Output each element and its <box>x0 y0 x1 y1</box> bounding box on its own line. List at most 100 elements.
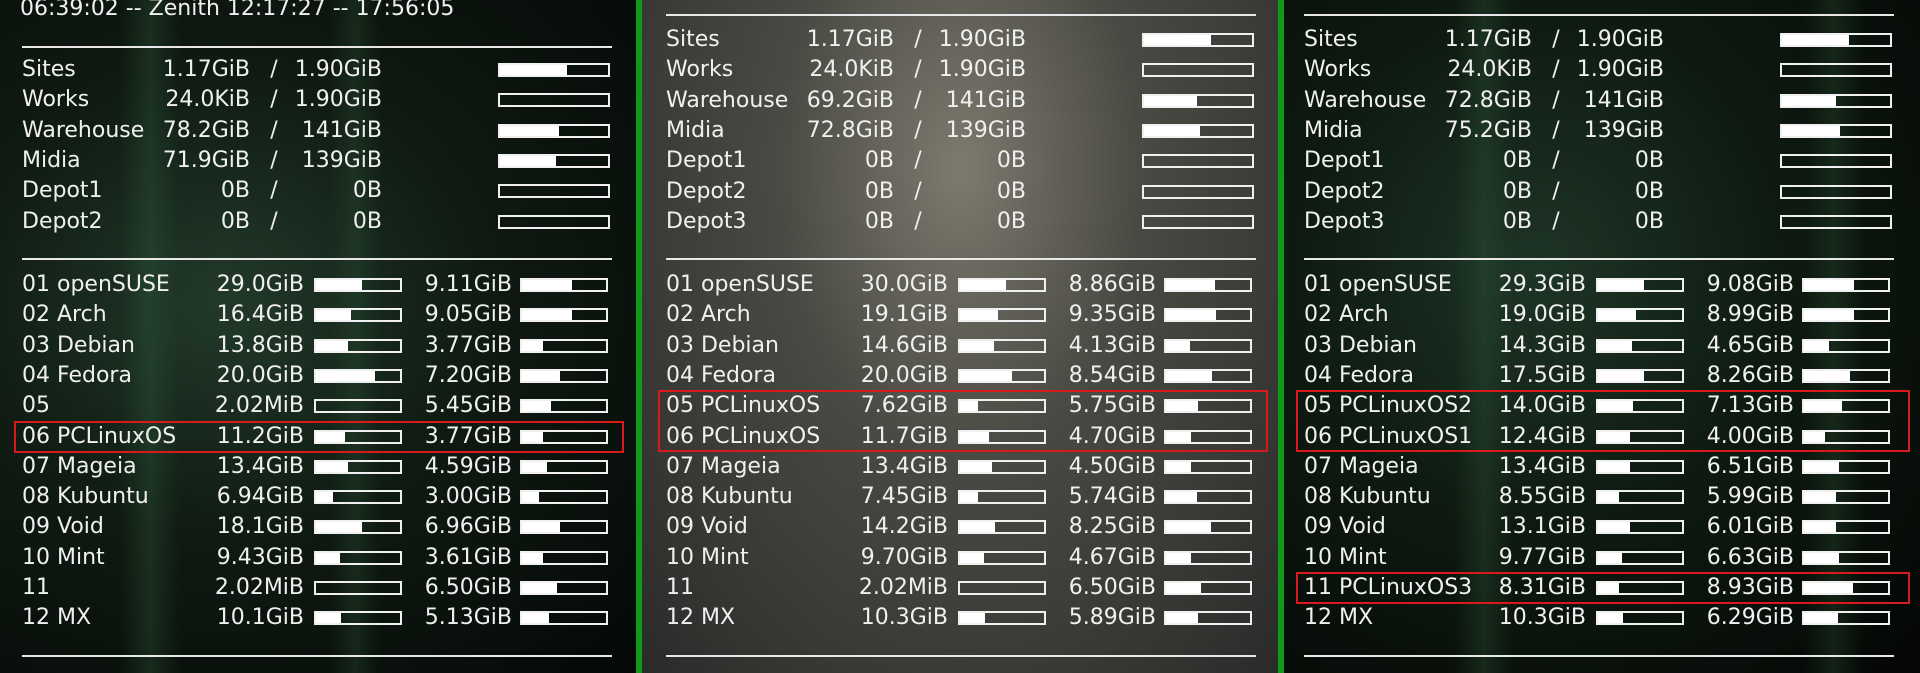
system-home-used: 5.74GiB <box>1068 484 1156 510</box>
system-home-bar <box>520 368 608 383</box>
system-home-bar <box>520 278 608 292</box>
drive-name: Midia <box>666 117 725 143</box>
bar-fill <box>1166 522 1212 533</box>
horizontal-rule <box>22 655 612 657</box>
bar-fill <box>500 65 567 75</box>
drive-used: 71.9GiB <box>162 147 250 173</box>
system-home-bar <box>1164 611 1252 626</box>
bar-fill <box>1782 125 1841 136</box>
system-root-bar <box>958 520 1046 535</box>
drive-separator: / <box>270 57 278 82</box>
system-home-bar <box>1802 459 1890 474</box>
drive-total: 0B <box>1634 208 1664 234</box>
system-root-used: 17.5GiB <box>1498 362 1586 388</box>
system-home-used: 8.54GiB <box>1068 362 1156 388</box>
horizontal-rule <box>1304 258 1894 260</box>
drive-used: 72.8GiB <box>1444 87 1532 113</box>
system-home-used: 9.08GiB <box>1706 272 1794 297</box>
system-name: 01 openSUSE <box>22 272 170 297</box>
system-name: 10 Mint <box>22 544 105 570</box>
drive-used: 1.17GiB <box>1444 27 1532 52</box>
system-name: 02 Arch <box>1304 302 1389 328</box>
bar-fill <box>960 280 1007 290</box>
system-root-used: 13.4GiB <box>216 453 304 479</box>
system-name: 12 MX <box>666 605 736 631</box>
bar-fill <box>1166 340 1190 351</box>
drive-name: Midia <box>1304 117 1363 143</box>
system-root-bar <box>1596 550 1684 565</box>
bar-fill <box>1782 35 1849 45</box>
bar-fill <box>316 340 348 351</box>
bar-fill <box>1598 552 1622 563</box>
system-root-used: 14.3GiB <box>1498 332 1586 358</box>
drive-name: Sites <box>666 27 720 52</box>
system-name: 09 Void <box>1304 514 1386 540</box>
bar-fill <box>1144 125 1201 136</box>
system-home-used: 4.59GiB <box>424 453 512 479</box>
system-home-used: 6.50GiB <box>1068 575 1156 600</box>
system-home-bar <box>1164 459 1252 474</box>
bar-fill <box>1804 522 1836 533</box>
system-root-used: 18.1GiB <box>216 514 304 540</box>
bar-fill <box>500 155 557 166</box>
system-home-used: 6.63GiB <box>1706 544 1794 570</box>
drive-total: 0B <box>352 178 382 204</box>
horizontal-rule <box>22 258 612 260</box>
system-home-bar <box>1802 338 1890 353</box>
system-name: 04 Fedora <box>1304 362 1414 388</box>
bar-fill <box>1166 583 1202 593</box>
system-name: 12 MX <box>22 605 92 631</box>
system-name: 08 Kubuntu <box>1304 484 1431 510</box>
system-root-bar <box>1596 278 1684 292</box>
drive-separator: / <box>914 57 922 83</box>
bar-fill <box>1144 35 1211 45</box>
bar-fill <box>1804 552 1840 563</box>
drive-total: 141GiB <box>1583 87 1664 113</box>
highlight-box <box>658 390 1268 453</box>
system-root-used: 13.4GiB <box>860 453 948 479</box>
drive-name: Works <box>1304 57 1372 83</box>
bar-fill <box>1598 340 1632 351</box>
system-name: 09 Void <box>22 514 104 540</box>
bar-fill <box>522 461 548 472</box>
drive-name: Sites <box>1304 27 1358 52</box>
bar-fill <box>522 583 558 593</box>
system-root-used: 2.02MiB <box>214 575 304 600</box>
bar-fill <box>1598 370 1645 381</box>
system-home-bar <box>1164 278 1252 292</box>
bar-fill <box>316 492 333 503</box>
bar-fill <box>1166 280 1215 290</box>
system-root-bar <box>314 338 402 353</box>
bar-fill <box>500 125 560 136</box>
drive-usage-bar <box>1780 93 1892 108</box>
drive-total: 0B <box>996 178 1026 204</box>
drive-usage-bar <box>498 153 610 168</box>
drive-name: Depot2 <box>666 178 747 204</box>
system-home-used: 4.50GiB <box>1068 453 1156 479</box>
system-home-used: 4.13GiB <box>1068 332 1156 358</box>
drive-total: 1.90GiB <box>1576 57 1664 83</box>
system-root-bar <box>1596 308 1684 323</box>
drive-total: 1.90GiB <box>938 27 1026 52</box>
system-root-bar <box>314 581 402 595</box>
system-home-used: 6.29GiB <box>1706 605 1794 631</box>
system-home-bar <box>520 581 608 595</box>
system-name: 04 Fedora <box>666 362 776 388</box>
system-home-used: 8.99GiB <box>1706 302 1794 328</box>
drive-usage-bar <box>498 184 610 199</box>
system-root-bar <box>1596 490 1684 505</box>
bar-fill <box>1598 310 1636 321</box>
system-name: 10 Mint <box>1304 544 1387 570</box>
drive-separator: / <box>1552 57 1560 83</box>
system-home-used: 4.67GiB <box>1068 544 1156 570</box>
system-name: 08 Kubuntu <box>666 484 793 510</box>
drive-total: 0B <box>996 208 1026 234</box>
system-name: 11 <box>22 575 50 600</box>
horizontal-rule <box>1304 655 1894 657</box>
drive-used: 72.8GiB <box>806 117 894 143</box>
system-name: 10 Mint <box>666 544 749 570</box>
bar-fill <box>1804 492 1836 503</box>
drive-total: 139GiB <box>945 117 1026 143</box>
bar-fill <box>316 552 340 563</box>
horizontal-rule <box>1304 14 1894 16</box>
